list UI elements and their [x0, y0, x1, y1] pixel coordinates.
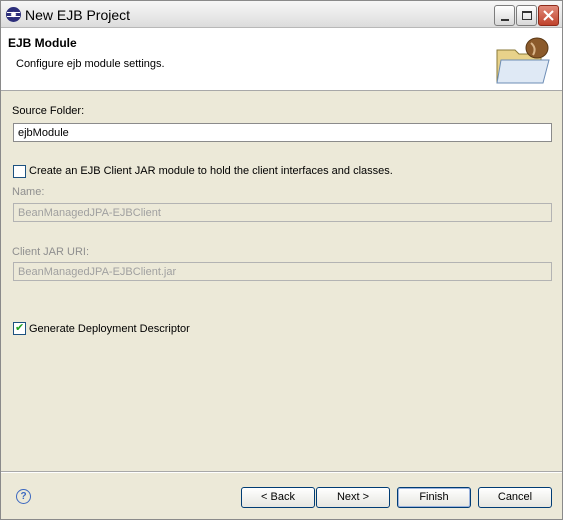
wizard-content: Source Folder: ejbModule Create an EJB C…	[1, 92, 562, 472]
deployment-descriptor-checkbox[interactable]: ✔	[13, 322, 26, 335]
source-folder-field[interactable]: ejbModule	[13, 123, 552, 142]
close-icon	[543, 10, 554, 21]
minimize-icon	[501, 19, 509, 21]
window-title: New EJB Project	[25, 7, 131, 23]
client-name-field[interactable]: BeanManagedJPA-EJBClient	[13, 203, 552, 222]
help-icon[interactable]: ?	[16, 489, 31, 504]
finish-button[interactable]: Finish	[397, 487, 471, 508]
client-jar-checkbox-label[interactable]: Create an EJB Client JAR module to hold …	[29, 165, 393, 177]
checkmark-icon: ✔	[15, 322, 25, 334]
source-folder-label: Source Folder:	[12, 105, 85, 117]
close-button[interactable]	[538, 5, 559, 26]
ejb-module-folder-icon	[496, 37, 550, 84]
button-bar-separator	[1, 471, 562, 473]
eclipse-icon	[6, 7, 21, 22]
maximize-button[interactable]	[516, 5, 537, 26]
client-jar-checkbox[interactable]	[13, 165, 26, 178]
deployment-descriptor-label[interactable]: Generate Deployment Descriptor	[29, 323, 190, 335]
client-jar-uri-label: Client JAR URI:	[12, 246, 90, 258]
page-title: EJB Module	[8, 36, 77, 50]
wizard-banner: EJB Module Configure ejb module settings…	[1, 28, 562, 91]
title-bar[interactable]: New EJB Project	[1, 1, 562, 28]
cancel-button[interactable]: Cancel	[478, 487, 552, 508]
back-button[interactable]: < Back	[241, 487, 315, 508]
next-button[interactable]: Next >	[316, 487, 390, 508]
client-jar-uri-field[interactable]: BeanManagedJPA-EJBClient.jar	[13, 262, 552, 281]
new-ejb-project-dialog: New EJB Project EJB Module Configure ejb…	[0, 0, 563, 520]
page-description: Configure ejb module settings.	[16, 58, 165, 70]
minimize-button[interactable]	[494, 5, 515, 26]
maximize-icon	[522, 11, 532, 20]
name-label: Name:	[12, 186, 45, 198]
